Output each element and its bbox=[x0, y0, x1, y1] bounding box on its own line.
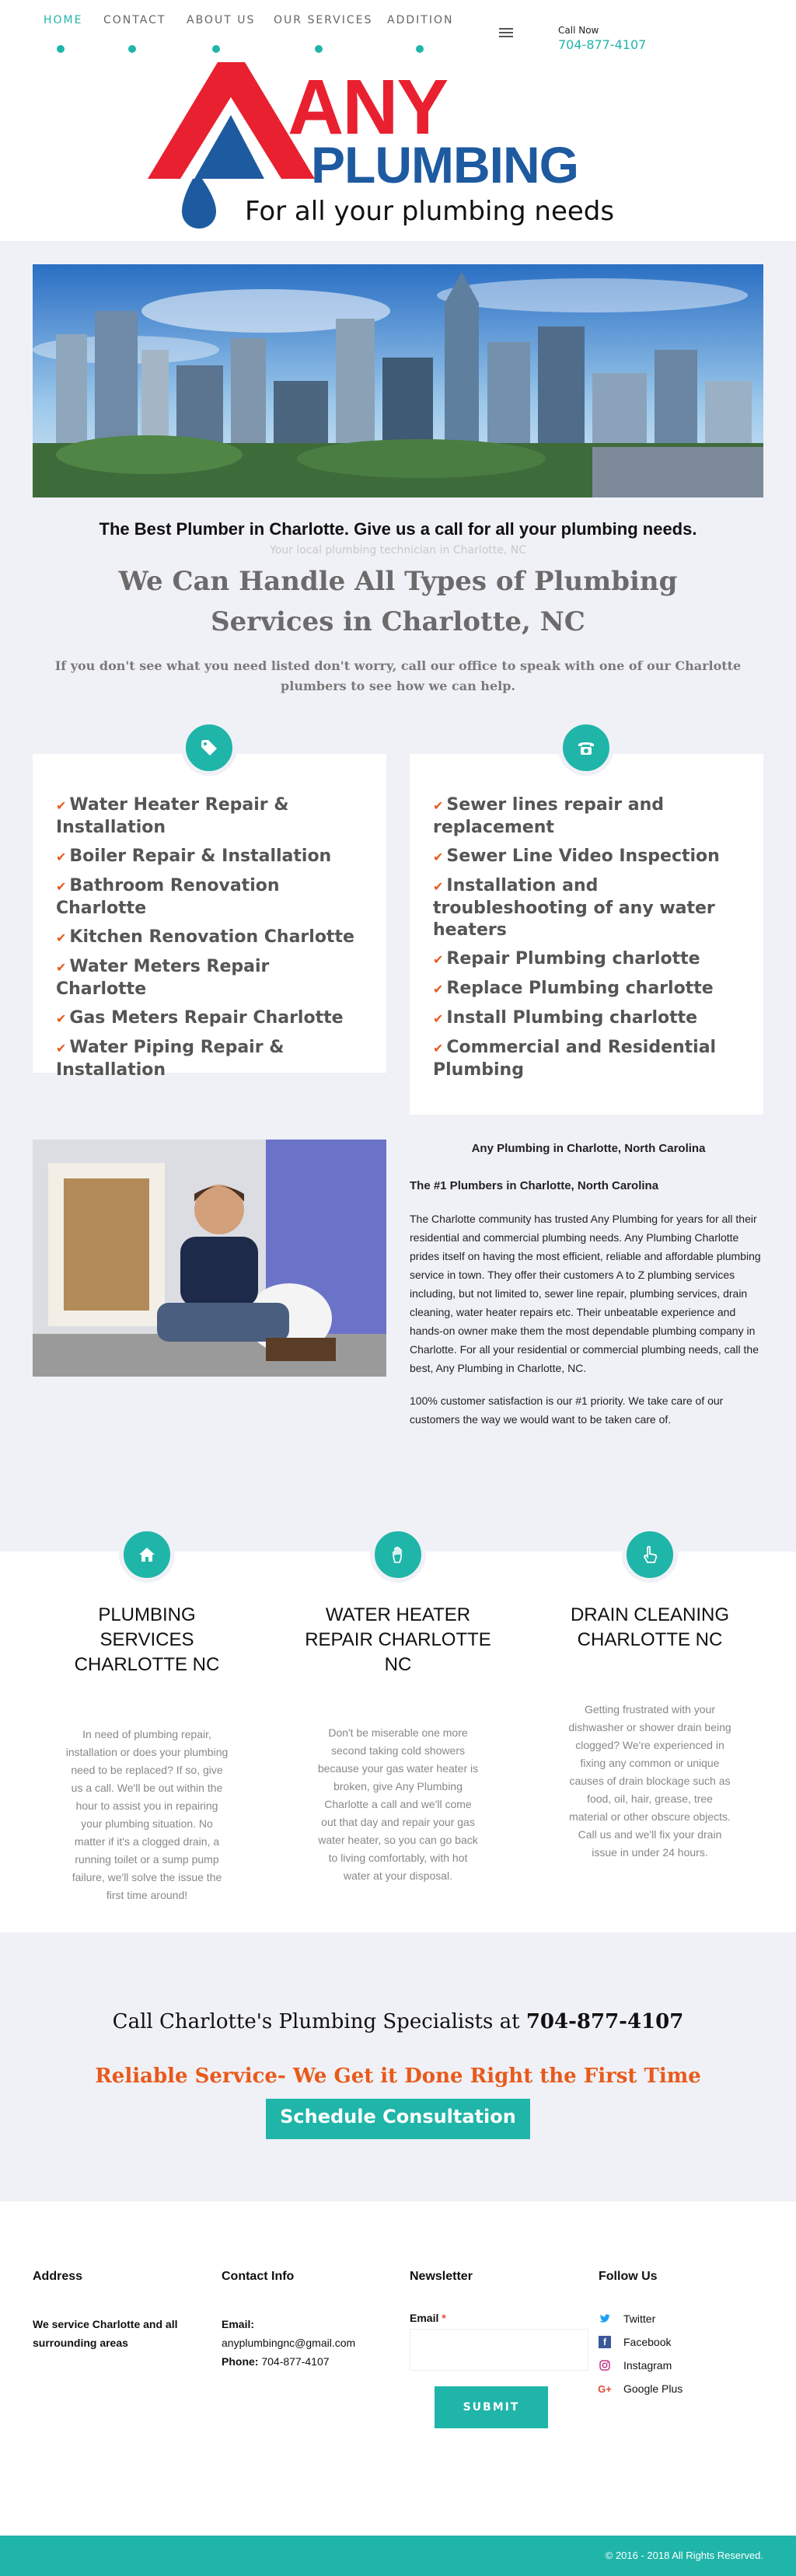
contact-email[interactable]: anyplumbingnc@gmail.com bbox=[222, 2333, 393, 2352]
cta-reliable-service: Reliable Service- We Get it Done Right t… bbox=[95, 2065, 701, 2088]
site-footer: Address We service Charlotte and all sur… bbox=[0, 2201, 796, 2536]
nav-dot bbox=[212, 45, 220, 53]
footer-address: Address We service Charlotte and all sur… bbox=[33, 2270, 204, 2352]
services-card-left: ✔ Water Heater Repair & Installation ✔ Boi… bbox=[33, 754, 386, 1080]
about-title: Any Plumbing in Charlotte, North Carolin… bbox=[471, 1142, 706, 1155]
main-nav: HOME CONTACT ABOUT US OUR SERVICES ADDIT… bbox=[0, 14, 796, 61]
service-item: ✔ Installation and troubleshooting of any… bbox=[433, 876, 715, 940]
feature-water-heater: WATER HEATER REPAIR CHARLOTTE NC Don't b… bbox=[301, 1527, 495, 1885]
social-twitter[interactable]: Twitter bbox=[599, 2307, 770, 2330]
feature-title: WATER HEATER REPAIR CHARLOTTE NC bbox=[305, 1604, 491, 1675]
nav-dot bbox=[57, 45, 65, 53]
call-now-label: Call Now bbox=[558, 25, 599, 36]
services-section: The Best Plumber in Charlotte. Give us a… bbox=[0, 241, 796, 1552]
call-now-number[interactable]: 704-877-4107 bbox=[558, 37, 646, 52]
about-paragraph: The Charlotte community has trusted Any … bbox=[410, 1213, 761, 1374]
hand-icon bbox=[370, 1527, 426, 1583]
nav-home[interactable]: HOME bbox=[44, 14, 82, 26]
twitter-icon bbox=[599, 2312, 611, 2325]
feature-title: DRAIN CLEANING CHARLOTTE NC bbox=[570, 1604, 730, 1650]
footer-address-text: We service Charlotte and all surrounding… bbox=[33, 2318, 178, 2349]
service-item: ✔ Water Piping Repair & Installation bbox=[56, 1038, 285, 1080]
about-text: Any Plumbing in Charlotte, North Carolin… bbox=[410, 1140, 767, 1429]
contact-email-label: Email bbox=[222, 2318, 251, 2330]
newsletter-submit-button[interactable]: SUBMIT bbox=[435, 2386, 548, 2428]
features-section: PLUMBING SERVICES CHARLOTTE NC In need o… bbox=[0, 1527, 796, 1932]
about-section: Any Plumbing in Charlotte, North Carolin… bbox=[33, 1140, 763, 1505]
newsletter-email-input[interactable] bbox=[410, 2329, 588, 2371]
about-paragraph: 100% customer satisfaction is our #1 pri… bbox=[410, 1394, 724, 1426]
service-item: ✔ Kitchen Renovation Charlotte bbox=[56, 927, 354, 947]
nav-our-services[interactable]: OUR SERVICES bbox=[274, 14, 372, 26]
logo-slogan: For all your plumbing needs bbox=[245, 196, 614, 227]
contact-phone[interactable]: 704-877-4107 bbox=[261, 2355, 329, 2368]
subtagline: Your local plumbing technician in Charlo… bbox=[270, 544, 526, 557]
feature-text: Getting frustrated with your dishwasher … bbox=[568, 1703, 731, 1859]
logo-word-plumbing: PLUMBING bbox=[311, 136, 578, 194]
page-headline: We Can Handle All Types of Plumbing Serv… bbox=[118, 566, 678, 637]
feature-text: In need of plumbing repair, installation… bbox=[65, 1728, 229, 1901]
footer-heading: Address bbox=[33, 2270, 83, 2283]
footer-follow: Follow Us Twitter f Facebook Instagram G… bbox=[598, 2270, 770, 2400]
cta-section: Call Charlotte's Plumbing Specialists at… bbox=[0, 1932, 796, 2201]
tagline: The Best Plumber in Charlotte. Give us a… bbox=[99, 519, 697, 539]
feature-drain-cleaning: DRAIN CLEANING CHARLOTTE NC Getting frus… bbox=[553, 1527, 747, 1862]
cta-call-prefix: Call Charlotte's Plumbing Specialists at bbox=[112, 2010, 520, 2033]
social-facebook[interactable]: f Facebook bbox=[599, 2330, 770, 2354]
home-icon bbox=[119, 1527, 175, 1583]
nav-addition[interactable]: ADDITION bbox=[387, 14, 453, 26]
feature-title: PLUMBING SERVICES CHARLOTTE NC bbox=[74, 1604, 220, 1675]
nav-dot bbox=[128, 45, 136, 53]
social-instagram[interactable]: Instagram bbox=[599, 2354, 770, 2377]
service-item: ✔ Boiler Repair & Installation bbox=[56, 846, 332, 866]
service-item: ✔ Install Plumbing charlotte bbox=[433, 1008, 698, 1028]
service-item: ✔ Water Heater Repair & Installation bbox=[56, 795, 289, 837]
nav-dot bbox=[315, 45, 323, 53]
service-item: ✔ Repair Plumbing charlotte bbox=[433, 949, 700, 969]
plumber-photo bbox=[33, 1140, 386, 1377]
instagram-icon bbox=[599, 2359, 611, 2372]
nav-dot bbox=[416, 45, 424, 53]
about-subtitle: The #1 Plumbers in Charlotte, North Caro… bbox=[410, 1179, 659, 1192]
footer-contact: Contact Info Email: anyplumbingnc@gmail.… bbox=[222, 2270, 393, 2371]
call-now[interactable]: Call Now 704-877-4107 bbox=[558, 25, 646, 52]
nav-about-us[interactable]: ABOUT US bbox=[187, 14, 255, 26]
copyright-text: © 2016 - 2018 All Rights Reserved. bbox=[605, 2550, 763, 2561]
schedule-consultation-button[interactable]: Schedule Consultation bbox=[266, 2099, 530, 2139]
footer-heading: Follow Us bbox=[599, 2270, 658, 2283]
service-item: ✔ Gas Meters Repair Charlotte bbox=[56, 1008, 344, 1028]
feature-text: Don't be miserable one more second takin… bbox=[317, 1726, 479, 1882]
google-plus-icon: G+ bbox=[598, 2382, 612, 2395]
services-card-right: ✔ Sewer lines repair and replacement ✔ Sew… bbox=[410, 754, 763, 1115]
service-item: ✔ Bathroom Renovation Charlotte bbox=[56, 876, 280, 918]
nav-contact[interactable]: CONTACT bbox=[103, 14, 166, 26]
services-cards: ✔ Water Heater Repair & Installation ✔ Boi… bbox=[33, 720, 763, 1124]
copyright-bar: © 2016 - 2018 All Rights Reserved. bbox=[0, 2536, 796, 2576]
facebook-icon: f bbox=[599, 2336, 611, 2348]
cta-call-number[interactable]: 704-877-4107 bbox=[526, 2010, 684, 2033]
cta-call-line: Call Charlotte's Plumbing Specialists at… bbox=[0, 2010, 796, 2033]
footer-newsletter: Newsletter Email * SUBMIT bbox=[410, 2270, 588, 2428]
newsletter-email-label: Email * bbox=[410, 2312, 446, 2324]
page-subheadline: If you don't see what you need listed do… bbox=[54, 658, 742, 693]
any-plumbing-logo[interactable]: ANY PLUMBING For all your plumbing needs bbox=[148, 62, 614, 229]
service-item: ✔ Sewer lines repair and replacement bbox=[433, 795, 665, 837]
social-google-plus[interactable]: G+ Google Plus bbox=[598, 2377, 770, 2400]
footer-heading: Contact Info bbox=[222, 2270, 295, 2283]
service-item: ✔ Water Meters Repair Charlotte bbox=[56, 957, 270, 999]
site-header: HOME CONTACT ABOUT US OUR SERVICES ADDIT… bbox=[0, 0, 796, 241]
contact-phone-label: Phone bbox=[222, 2355, 255, 2368]
service-item: ✔ Replace Plumbing charlotte bbox=[433, 979, 714, 998]
footer-heading: Newsletter bbox=[410, 2270, 473, 2283]
service-item: ✔ Sewer Line Video Inspection bbox=[433, 846, 720, 866]
tag-icon bbox=[181, 720, 237, 776]
pointer-icon bbox=[622, 1527, 678, 1583]
service-item: ✔ Commercial and Residential Plumbing bbox=[433, 1038, 717, 1080]
feature-plumbing-services: PLUMBING SERVICES CHARLOTTE NC In need o… bbox=[50, 1527, 244, 1904]
charlotte-skyline-image bbox=[33, 264, 763, 497]
hamburger-icon[interactable] bbox=[499, 28, 513, 40]
phone-icon bbox=[558, 720, 614, 776]
